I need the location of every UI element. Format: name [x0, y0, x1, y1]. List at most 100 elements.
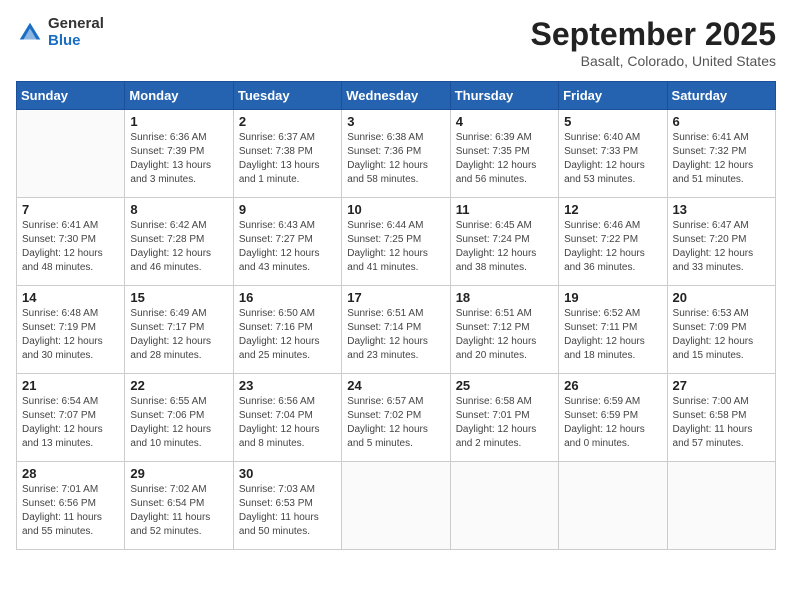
logo-text: General Blue — [48, 16, 104, 49]
logo: General Blue — [16, 16, 104, 49]
calendar-cell: 23 Sunrise: 6:56 AM Sunset: 7:04 PM Dayli… — [233, 374, 341, 462]
day-number: 15 — [130, 290, 227, 305]
cell-details: Sunrise: 7:01 AM Sunset: 6:56 PM Dayligh… — [22, 483, 119, 539]
logo-blue: Blue — [48, 33, 104, 50]
cell-details: Sunrise: 6:57 AM Sunset: 7:02 PM Dayligh… — [347, 395, 444, 451]
day-number: 30 — [239, 466, 336, 481]
cell-details: Sunrise: 6:42 AM Sunset: 7:28 PM Dayligh… — [130, 219, 227, 275]
calendar-cell: 7 Sunrise: 6:41 AM Sunset: 7:30 PM Daylig… — [17, 198, 125, 286]
col-header-monday: Monday — [125, 82, 233, 110]
calendar-cell — [559, 462, 667, 550]
calendar-cell: 28 Sunrise: 7:01 AM Sunset: 6:56 PM Dayli… — [17, 462, 125, 550]
week-row-3: 14 Sunrise: 6:48 AM Sunset: 7:19 PM Dayli… — [17, 286, 776, 374]
cell-details: Sunrise: 6:36 AM Sunset: 7:39 PM Dayligh… — [130, 131, 227, 187]
cell-details: Sunrise: 6:55 AM Sunset: 7:06 PM Dayligh… — [130, 395, 227, 451]
day-number: 21 — [22, 378, 119, 393]
week-row-4: 21 Sunrise: 6:54 AM Sunset: 7:07 PM Dayli… — [17, 374, 776, 462]
cell-details: Sunrise: 6:41 AM Sunset: 7:32 PM Dayligh… — [673, 131, 770, 187]
calendar-cell: 26Sunrise: 6:59 AM Sunset: 6:59 PM Dayli… — [559, 374, 667, 462]
calendar-cell: 27Sunrise: 7:00 AM Sunset: 6:58 PM Dayli… — [667, 374, 775, 462]
cell-details: Sunrise: 6:56 AM Sunset: 7:04 PM Dayligh… — [239, 395, 336, 451]
cell-details: Sunrise: 6:46 AM Sunset: 7:22 PM Dayligh… — [564, 219, 661, 275]
cell-details: Sunrise: 6:47 AM Sunset: 7:20 PM Dayligh… — [673, 219, 770, 275]
day-number: 4 — [456, 114, 553, 129]
day-number: 14 — [22, 290, 119, 305]
calendar-cell — [342, 462, 450, 550]
day-number: 13 — [673, 202, 770, 217]
cell-details: Sunrise: 6:39 AM Sunset: 7:35 PM Dayligh… — [456, 131, 553, 187]
logo-general: General — [48, 16, 104, 33]
day-number: 10 — [347, 202, 444, 217]
day-number: 12 — [564, 202, 661, 217]
col-header-saturday: Saturday — [667, 82, 775, 110]
cell-details: Sunrise: 6:53 AM Sunset: 7:09 PM Dayligh… — [673, 307, 770, 363]
day-number: 24 — [347, 378, 444, 393]
week-row-1: 1 Sunrise: 6:36 AM Sunset: 7:39 PM Daylig… — [17, 110, 776, 198]
col-header-tuesday: Tuesday — [233, 82, 341, 110]
calendar-cell: 9 Sunrise: 6:43 AM Sunset: 7:27 PM Daylig… — [233, 198, 341, 286]
cell-details: Sunrise: 6:51 AM Sunset: 7:12 PM Dayligh… — [456, 307, 553, 363]
month-title: September 2025 — [531, 16, 776, 53]
cell-details: Sunrise: 6:52 AM Sunset: 7:11 PM Dayligh… — [564, 307, 661, 363]
calendar-cell: 20Sunrise: 6:53 AM Sunset: 7:09 PM Dayli… — [667, 286, 775, 374]
cell-details: Sunrise: 6:40 AM Sunset: 7:33 PM Dayligh… — [564, 131, 661, 187]
day-number: 3 — [347, 114, 444, 129]
calendar-cell: 18 Sunrise: 6:51 AM Sunset: 7:12 PM Dayli… — [450, 286, 558, 374]
day-number: 1 — [130, 114, 227, 129]
cell-details: Sunrise: 6:45 AM Sunset: 7:24 PM Dayligh… — [456, 219, 553, 275]
calendar-cell: 12 Sunrise: 6:46 AM Sunset: 7:22 PM Dayli… — [559, 198, 667, 286]
day-number: 6 — [673, 114, 770, 129]
day-number: 28 — [22, 466, 119, 481]
cell-details: Sunrise: 6:37 AM Sunset: 7:38 PM Dayligh… — [239, 131, 336, 187]
calendar-cell: 16 Sunrise: 6:50 AM Sunset: 7:16 PM Dayli… — [233, 286, 341, 374]
day-number: 9 — [239, 202, 336, 217]
calendar-cell: 30 Sunrise: 7:03 AM Sunset: 6:53 PM Dayli… — [233, 462, 341, 550]
calendar-cell: 5 Sunrise: 6:40 AM Sunset: 7:33 PM Daylig… — [559, 110, 667, 198]
col-header-sunday: Sunday — [17, 82, 125, 110]
calendar-cell — [17, 110, 125, 198]
day-number: 8 — [130, 202, 227, 217]
calendar-cell: 11 Sunrise: 6:45 AM Sunset: 7:24 PM Dayli… — [450, 198, 558, 286]
calendar-cell — [667, 462, 775, 550]
cell-details: Sunrise: 6:38 AM Sunset: 7:36 PM Dayligh… — [347, 131, 444, 187]
calendar-cell: 25 Sunrise: 6:58 AM Sunset: 7:01 PM Dayli… — [450, 374, 558, 462]
logo-icon — [16, 19, 44, 47]
cell-details: Sunrise: 6:48 AM Sunset: 7:19 PM Dayligh… — [22, 307, 119, 363]
col-header-wednesday: Wednesday — [342, 82, 450, 110]
calendar-table: SundayMondayTuesdayWednesdayThursdayFrid… — [16, 81, 776, 550]
cell-details: Sunrise: 6:54 AM Sunset: 7:07 PM Dayligh… — [22, 395, 119, 451]
day-number: 29 — [130, 466, 227, 481]
day-number: 23 — [239, 378, 336, 393]
day-number: 19 — [564, 290, 661, 305]
col-header-friday: Friday — [559, 82, 667, 110]
week-row-5: 28 Sunrise: 7:01 AM Sunset: 6:56 PM Dayli… — [17, 462, 776, 550]
page-header: General Blue September 2025 Basalt, Colo… — [16, 16, 776, 69]
day-number: 11 — [456, 202, 553, 217]
cell-details: Sunrise: 7:03 AM Sunset: 6:53 PM Dayligh… — [239, 483, 336, 539]
calendar-cell — [450, 462, 558, 550]
day-number: 18 — [456, 290, 553, 305]
cell-details: Sunrise: 6:43 AM Sunset: 7:27 PM Dayligh… — [239, 219, 336, 275]
cell-details: Sunrise: 6:51 AM Sunset: 7:14 PM Dayligh… — [347, 307, 444, 363]
day-number: 7 — [22, 202, 119, 217]
calendar-cell: 17 Sunrise: 6:51 AM Sunset: 7:14 PM Dayli… — [342, 286, 450, 374]
calendar-cell: 14 Sunrise: 6:48 AM Sunset: 7:19 PM Dayli… — [17, 286, 125, 374]
cell-details: Sunrise: 6:44 AM Sunset: 7:25 PM Dayligh… — [347, 219, 444, 275]
cell-details: Sunrise: 6:50 AM Sunset: 7:16 PM Dayligh… — [239, 307, 336, 363]
col-header-thursday: Thursday — [450, 82, 558, 110]
cell-details: Sunrise: 6:41 AM Sunset: 7:30 PM Dayligh… — [22, 219, 119, 275]
calendar-cell: 3 Sunrise: 6:38 AM Sunset: 7:36 PM Daylig… — [342, 110, 450, 198]
title-block: September 2025 Basalt, Colorado, United … — [531, 16, 776, 69]
cell-details: Sunrise: 7:02 AM Sunset: 6:54 PM Dayligh… — [130, 483, 227, 539]
day-number: 5 — [564, 114, 661, 129]
day-number: 17 — [347, 290, 444, 305]
day-number: 27 — [673, 378, 770, 393]
calendar-cell: 24 Sunrise: 6:57 AM Sunset: 7:02 PM Dayli… — [342, 374, 450, 462]
calendar-cell: 6 Sunrise: 6:41 AM Sunset: 7:32 PM Daylig… — [667, 110, 775, 198]
day-number: 16 — [239, 290, 336, 305]
week-row-2: 7 Sunrise: 6:41 AM Sunset: 7:30 PM Daylig… — [17, 198, 776, 286]
calendar-cell: 1 Sunrise: 6:36 AM Sunset: 7:39 PM Daylig… — [125, 110, 233, 198]
day-number: 26 — [564, 378, 661, 393]
day-number: 25 — [456, 378, 553, 393]
cell-details: Sunrise: 6:58 AM Sunset: 7:01 PM Dayligh… — [456, 395, 553, 451]
